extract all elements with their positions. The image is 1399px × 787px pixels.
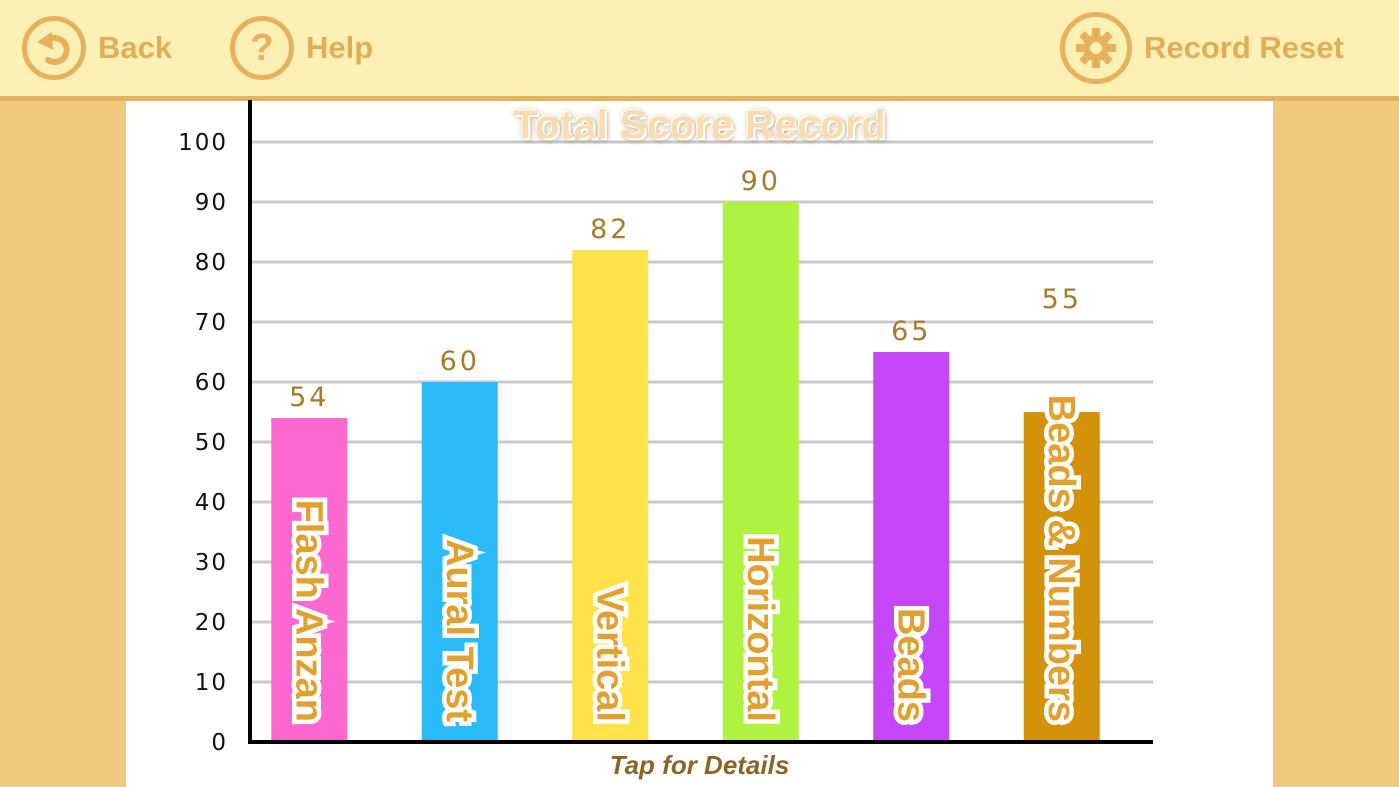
y-tick-label: 20 [195, 610, 228, 636]
chart-title: Total Score Record [513, 103, 886, 147]
y-tick-label: 30 [195, 550, 228, 576]
y-tick-label: 60 [195, 370, 228, 396]
bar-value-label: 90 [741, 166, 781, 197]
y-tick-label: 70 [195, 310, 228, 336]
bars [271, 202, 1100, 742]
bar-value-label: 54 [289, 382, 329, 413]
category-label: Beads [889, 608, 931, 722]
grid-lines [250, 140, 1153, 684]
y-tick-label: 80 [195, 250, 228, 276]
axes [248, 100, 1153, 744]
y-tick-label: 40 [195, 490, 228, 516]
y-tick-label: 90 [195, 190, 228, 216]
category-label: Horizontal [739, 536, 781, 722]
bar-value-label: 82 [590, 214, 630, 245]
bar-value-label: 65 [891, 316, 931, 347]
category-label: Flash Anzan [287, 500, 329, 722]
category-label: Beads & Numbers [1040, 395, 1082, 722]
category-label: Vertical [588, 587, 630, 722]
bar-value-label: 60 [440, 346, 480, 377]
tap-for-details-link[interactable]: Tap for Details [0, 750, 1399, 781]
y-tick-label: 10 [195, 670, 228, 696]
y-tick-label: 50 [195, 430, 228, 456]
category-label: Aural Test [438, 539, 480, 722]
bar-value-label: 55 [1042, 284, 1082, 315]
